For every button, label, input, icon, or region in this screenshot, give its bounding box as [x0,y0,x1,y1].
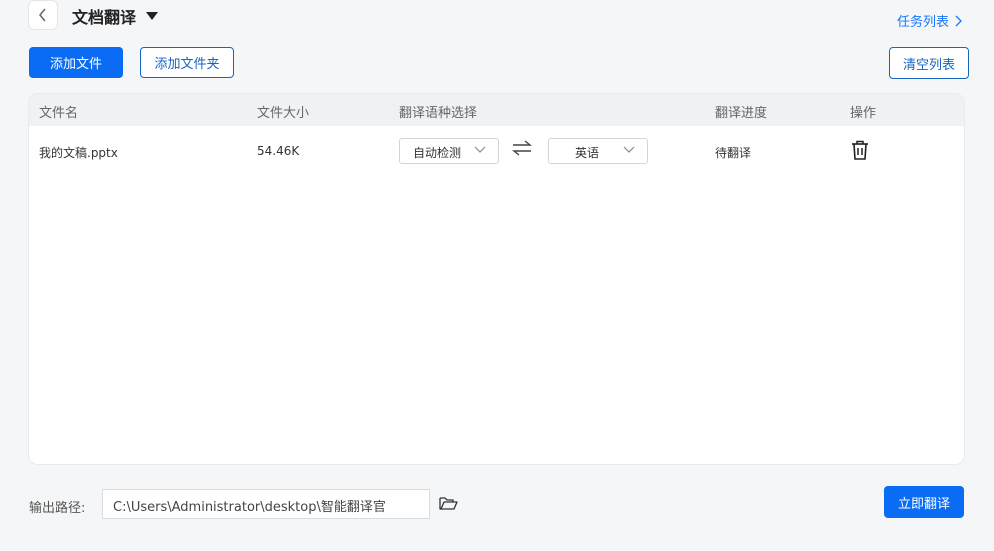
output-path-label: 输出路径: [29,501,86,516]
source-language-select[interactable]: 自动检测 [399,138,499,164]
column-progress: 翻译进度 [715,106,768,121]
source-language-value: 自动检测 [413,146,462,160]
column-size: 文件大小 [257,106,310,121]
column-language: 翻译语种选择 [399,106,478,121]
chevron-down-icon [623,146,635,153]
table-header: 文件名 文件大小 翻译语种选择 翻译进度 操作 [29,94,964,126]
page-title: 文档翻译 [72,8,137,27]
file-name: 我的文稿.pptx [39,146,118,160]
column-filename: 文件名 [39,106,79,121]
task-list-label: 任务列表 [896,15,949,30]
column-actions: 操作 [850,106,877,121]
delete-icon[interactable] [851,140,869,163]
file-table: 文件名 文件大小 翻译语种选择 翻译进度 操作 我的文稿.pptx 54.46K… [28,93,965,465]
file-size: 54.46K [257,144,300,158]
chevron-left-icon [39,8,46,22]
translate-now-button[interactable]: 立即翻译 [884,486,964,518]
add-folder-button[interactable]: 添加文件夹 [140,47,234,78]
back-button[interactable] [28,0,58,30]
chevron-down-icon [474,146,486,153]
translation-status: 待翻译 [715,146,752,160]
folder-open-icon[interactable] [439,495,458,515]
caret-down-icon [146,12,159,20]
task-list-link[interactable]: 任务列表 [897,11,962,30]
clear-list-button[interactable]: 清空列表 [889,47,969,79]
target-language-select[interactable]: 英语 [548,138,648,164]
chevron-right-icon [955,15,962,26]
add-file-button[interactable]: 添加文件 [29,47,123,78]
target-language-value: 英语 [575,146,600,160]
table-row: 我的文稿.pptx 54.46K 自动检测 英语 待翻译 [29,126,964,176]
title-dropdown[interactable]: 文档翻译 [72,4,159,28]
output-path-input[interactable]: C:\Users\Administrator\desktop\智能翻译官 [102,489,430,519]
swap-languages-icon[interactable] [512,140,532,159]
